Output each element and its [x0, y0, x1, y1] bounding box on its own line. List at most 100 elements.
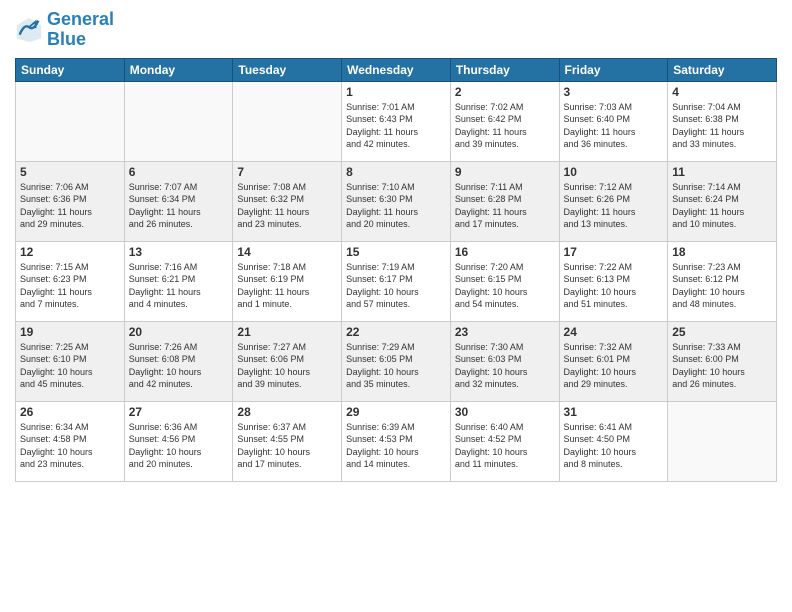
- calendar-cell: 17Sunrise: 7:22 AM Sunset: 6:13 PM Dayli…: [559, 241, 668, 321]
- calendar-cell: 7 Sunrise: 7:08 AM Sunset: 6:32 PM Daylig…: [233, 161, 342, 241]
- calendar-cell: 30Sunrise: 6:40 AM Sunset: 4:52 PM Dayli…: [450, 401, 559, 481]
- calendar-cell: 26 Sunrise: 6:34 AM Sunset: 4:58 PM Dayli…: [16, 401, 125, 481]
- calendar-cell: 18Sunrise: 7:23 AM Sunset: 6:12 PM Dayli…: [668, 241, 777, 321]
- logo-icon: [15, 16, 43, 44]
- calendar-cell: [668, 401, 777, 481]
- calendar-cell: 23 Sunrise: 7:30 AM Sunset: 6:03 PM Dayli…: [450, 321, 559, 401]
- calendar-cell: 12Sunrise: 7:15 AM Sunset: 6:23 PM Dayli…: [16, 241, 125, 321]
- day-number: 22: [346, 325, 446, 339]
- calendar-cell: 13 Sunrise: 7:16 AM Sunset: 6:21 PM Dayli…: [124, 241, 233, 321]
- cell-info: Sunrise: 7:04 AM Sunset: 6:38 PM Dayligh…: [672, 101, 772, 151]
- calendar-cell: 5 Sunrise: 7:06 AM Sunset: 6:36 PM Daylig…: [16, 161, 125, 241]
- calendar-cell: [233, 81, 342, 161]
- cell-info: Sunrise: 7:06 AM Sunset: 6:36 PM Dayligh…: [20, 181, 120, 231]
- day-number: 11: [672, 165, 772, 179]
- day-number: 28: [237, 405, 337, 419]
- cell-info: Sunrise: 7:29 AM Sunset: 6:05 PM Dayligh…: [346, 341, 446, 391]
- cell-info: Sunrise: 6:36 AM Sunset: 4:56 PM Dayligh…: [129, 421, 229, 471]
- cell-info: Sunrise: 7:19 AM Sunset: 6:17 PM Dayligh…: [346, 261, 446, 311]
- cell-info: Sunrise: 7:16 AM Sunset: 6:21 PM Dayligh…: [129, 261, 229, 311]
- weekday-header-sunday: Sunday: [16, 58, 125, 81]
- calendar-cell: 11 Sunrise: 7:14 AM Sunset: 6:24 PM Dayli…: [668, 161, 777, 241]
- day-number: 17: [564, 245, 664, 259]
- weekday-header-row: SundayMondayTuesdayWednesdayThursdayFrid…: [16, 58, 777, 81]
- calendar-cell: 4 Sunrise: 7:04 AM Sunset: 6:38 PM Daylig…: [668, 81, 777, 161]
- calendar-cell: 1 Sunrise: 7:01 AM Sunset: 6:43 PM Daylig…: [342, 81, 451, 161]
- day-number: 7: [237, 165, 337, 179]
- calendar-cell: 2 Sunrise: 7:02 AM Sunset: 6:42 PM Daylig…: [450, 81, 559, 161]
- day-number: 15: [346, 245, 446, 259]
- cell-info: Sunrise: 7:18 AM Sunset: 6:19 PM Dayligh…: [237, 261, 337, 311]
- day-number: 5: [20, 165, 120, 179]
- weekday-header-tuesday: Tuesday: [233, 58, 342, 81]
- day-number: 30: [455, 405, 555, 419]
- cell-info: Sunrise: 7:32 AM Sunset: 6:01 PM Dayligh…: [564, 341, 664, 391]
- day-number: 26: [20, 405, 120, 419]
- cell-info: Sunrise: 6:34 AM Sunset: 4:58 PM Dayligh…: [20, 421, 120, 471]
- calendar-cell: 8 Sunrise: 7:10 AM Sunset: 6:30 PM Daylig…: [342, 161, 451, 241]
- page-header: General Blue: [15, 10, 777, 50]
- day-number: 4: [672, 85, 772, 99]
- day-number: 20: [129, 325, 229, 339]
- cell-info: Sunrise: 6:37 AM Sunset: 4:55 PM Dayligh…: [237, 421, 337, 471]
- cell-info: Sunrise: 7:26 AM Sunset: 6:08 PM Dayligh…: [129, 341, 229, 391]
- cell-info: Sunrise: 7:27 AM Sunset: 6:06 PM Dayligh…: [237, 341, 337, 391]
- logo: General Blue: [15, 10, 114, 50]
- day-number: 31: [564, 405, 664, 419]
- cell-info: Sunrise: 7:11 AM Sunset: 6:28 PM Dayligh…: [455, 181, 555, 231]
- day-number: 14: [237, 245, 337, 259]
- day-number: 19: [20, 325, 120, 339]
- calendar-table: SundayMondayTuesdayWednesdayThursdayFrid…: [15, 58, 777, 482]
- day-number: 21: [237, 325, 337, 339]
- calendar-cell: 3 Sunrise: 7:03 AM Sunset: 6:40 PM Daylig…: [559, 81, 668, 161]
- calendar-cell: [124, 81, 233, 161]
- calendar-cell: 9 Sunrise: 7:11 AM Sunset: 6:28 PM Daylig…: [450, 161, 559, 241]
- calendar-cell: 22 Sunrise: 7:29 AM Sunset: 6:05 PM Dayli…: [342, 321, 451, 401]
- cell-info: Sunrise: 7:01 AM Sunset: 6:43 PM Dayligh…: [346, 101, 446, 151]
- cell-info: Sunrise: 7:02 AM Sunset: 6:42 PM Dayligh…: [455, 101, 555, 151]
- day-number: 1: [346, 85, 446, 99]
- day-number: 24: [564, 325, 664, 339]
- cell-info: Sunrise: 7:14 AM Sunset: 6:24 PM Dayligh…: [672, 181, 772, 231]
- cell-info: Sunrise: 7:20 AM Sunset: 6:15 PM Dayligh…: [455, 261, 555, 311]
- day-number: 8: [346, 165, 446, 179]
- day-number: 23: [455, 325, 555, 339]
- weekday-header-friday: Friday: [559, 58, 668, 81]
- calendar-week-row: 26 Sunrise: 6:34 AM Sunset: 4:58 PM Dayli…: [16, 401, 777, 481]
- day-number: 29: [346, 405, 446, 419]
- weekday-header-monday: Monday: [124, 58, 233, 81]
- calendar-cell: 28 Sunrise: 6:37 AM Sunset: 4:55 PM Dayli…: [233, 401, 342, 481]
- cell-info: Sunrise: 7:03 AM Sunset: 6:40 PM Dayligh…: [564, 101, 664, 151]
- calendar-week-row: 12Sunrise: 7:15 AM Sunset: 6:23 PM Dayli…: [16, 241, 777, 321]
- day-number: 6: [129, 165, 229, 179]
- cell-info: Sunrise: 7:30 AM Sunset: 6:03 PM Dayligh…: [455, 341, 555, 391]
- calendar-week-row: 1 Sunrise: 7:01 AM Sunset: 6:43 PM Daylig…: [16, 81, 777, 161]
- cell-info: Sunrise: 7:23 AM Sunset: 6:12 PM Dayligh…: [672, 261, 772, 311]
- calendar-cell: 21 Sunrise: 7:27 AM Sunset: 6:06 PM Dayli…: [233, 321, 342, 401]
- calendar-cell: 27 Sunrise: 6:36 AM Sunset: 4:56 PM Dayli…: [124, 401, 233, 481]
- page-container: General Blue SundayMondayTuesdayWednesda…: [0, 0, 792, 492]
- calendar-cell: 25Sunrise: 7:33 AM Sunset: 6:00 PM Dayli…: [668, 321, 777, 401]
- day-number: 9: [455, 165, 555, 179]
- weekday-header-saturday: Saturday: [668, 58, 777, 81]
- day-number: 12: [20, 245, 120, 259]
- day-number: 13: [129, 245, 229, 259]
- cell-info: Sunrise: 7:10 AM Sunset: 6:30 PM Dayligh…: [346, 181, 446, 231]
- cell-info: Sunrise: 7:25 AM Sunset: 6:10 PM Dayligh…: [20, 341, 120, 391]
- day-number: 16: [455, 245, 555, 259]
- day-number: 27: [129, 405, 229, 419]
- day-number: 3: [564, 85, 664, 99]
- cell-info: Sunrise: 7:33 AM Sunset: 6:00 PM Dayligh…: [672, 341, 772, 391]
- calendar-cell: [16, 81, 125, 161]
- calendar-cell: 10Sunrise: 7:12 AM Sunset: 6:26 PM Dayli…: [559, 161, 668, 241]
- calendar-cell: 29 Sunrise: 6:39 AM Sunset: 4:53 PM Dayli…: [342, 401, 451, 481]
- weekday-header-wednesday: Wednesday: [342, 58, 451, 81]
- cell-info: Sunrise: 6:39 AM Sunset: 4:53 PM Dayligh…: [346, 421, 446, 471]
- calendar-cell: 31 Sunrise: 6:41 AM Sunset: 4:50 PM Dayli…: [559, 401, 668, 481]
- calendar-cell: 20 Sunrise: 7:26 AM Sunset: 6:08 PM Dayli…: [124, 321, 233, 401]
- calendar-week-row: 19 Sunrise: 7:25 AM Sunset: 6:10 PM Dayli…: [16, 321, 777, 401]
- cell-info: Sunrise: 7:08 AM Sunset: 6:32 PM Dayligh…: [237, 181, 337, 231]
- calendar-cell: 24 Sunrise: 7:32 AM Sunset: 6:01 PM Dayli…: [559, 321, 668, 401]
- cell-info: Sunrise: 6:41 AM Sunset: 4:50 PM Dayligh…: [564, 421, 664, 471]
- day-number: 2: [455, 85, 555, 99]
